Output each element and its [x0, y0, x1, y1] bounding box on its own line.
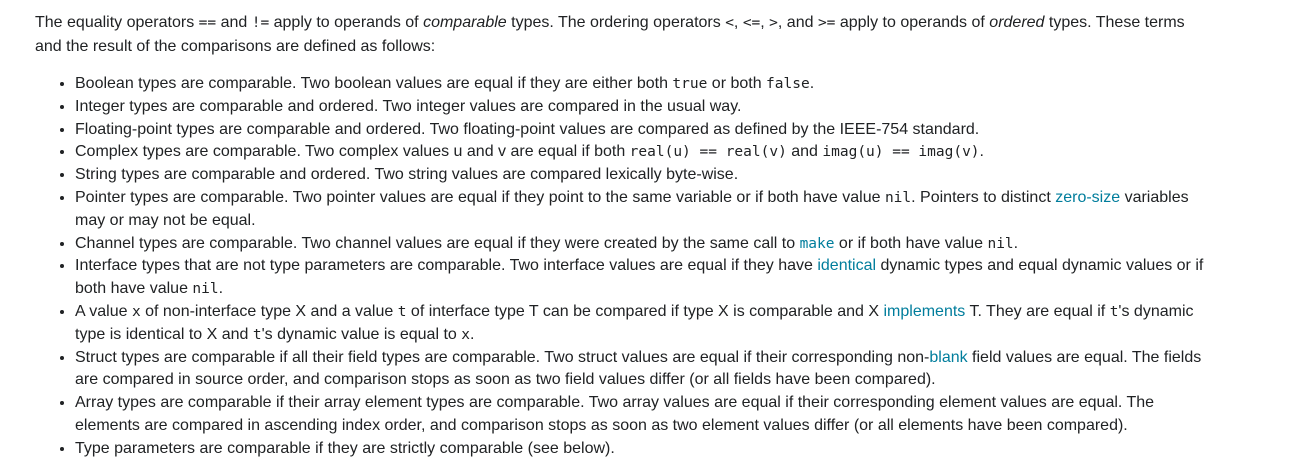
- intro-text: apply to operands of: [835, 14, 990, 31]
- rule-type-parameter: Type parameters are comparable if they a…: [75, 438, 1205, 461]
- rule-mixed-interface: A value x of non-interface type X and a …: [75, 301, 1205, 347]
- comparison-rules-list: Boolean types are comparable. Two boolea…: [35, 73, 1205, 461]
- link-blank[interactable]: blank: [929, 349, 967, 366]
- rule-complex: Complex types are comparable. Two comple…: [75, 141, 1205, 164]
- rule-struct: Struct types are comparable if all their…: [75, 347, 1205, 393]
- operator-le: <=: [742, 15, 761, 31]
- intro-text: types. The ordering operators: [506, 14, 726, 31]
- code-false: false: [766, 76, 810, 92]
- term-ordered: ordered: [989, 14, 1045, 31]
- code-x: x: [461, 326, 470, 343]
- code-true: true: [672, 76, 708, 92]
- code-t: t: [252, 326, 262, 343]
- rule-integer: Integer types are comparable and ordered…: [75, 96, 1205, 119]
- intro-text: The equality operators: [35, 14, 199, 31]
- code-imag-expr: imag(u) == imag(v): [822, 144, 980, 161]
- rule-channel: Channel types are comparable. Two channe…: [75, 233, 1205, 256]
- intro-text: , and: [777, 14, 818, 31]
- operator-ge: >=: [817, 15, 836, 31]
- operator-gt: >: [769, 15, 778, 31]
- intro-paragraph: The equality operators == and != apply t…: [35, 11, 1185, 59]
- operator-ne: !=: [251, 15, 270, 31]
- operator-lt: <: [725, 15, 734, 31]
- term-comparable: comparable: [423, 14, 507, 31]
- link-zero-size[interactable]: zero-size: [1055, 189, 1120, 206]
- rule-interface: Interface types that are not type parame…: [75, 255, 1205, 301]
- intro-text: apply to operands of: [269, 14, 424, 31]
- spec-section: The equality operators == and != apply t…: [0, 0, 1205, 461]
- rule-pointer: Pointer types are comparable. Two pointe…: [75, 187, 1205, 233]
- code-nil: nil: [987, 235, 1014, 252]
- link-identical[interactable]: identical: [817, 257, 876, 274]
- rule-boolean: Boolean types are comparable. Two boolea…: [75, 73, 1205, 96]
- intro-text: ,: [760, 14, 770, 31]
- rule-array: Array types are comparable if their arra…: [75, 392, 1205, 438]
- intro-text: ,: [733, 14, 743, 31]
- rule-float: Floating-point types are comparable and …: [75, 119, 1205, 142]
- code-nil: nil: [884, 189, 912, 206]
- code-real-expr: real(u) == real(v): [629, 144, 787, 161]
- operator-eq: ==: [198, 15, 217, 31]
- code-x: x: [131, 303, 141, 320]
- link-make[interactable]: make: [800, 236, 835, 252]
- intro-text: and: [216, 14, 252, 31]
- link-implements[interactable]: implements: [883, 303, 965, 320]
- code-nil: nil: [192, 281, 219, 298]
- rule-string: String types are comparable and ordered.…: [75, 164, 1205, 187]
